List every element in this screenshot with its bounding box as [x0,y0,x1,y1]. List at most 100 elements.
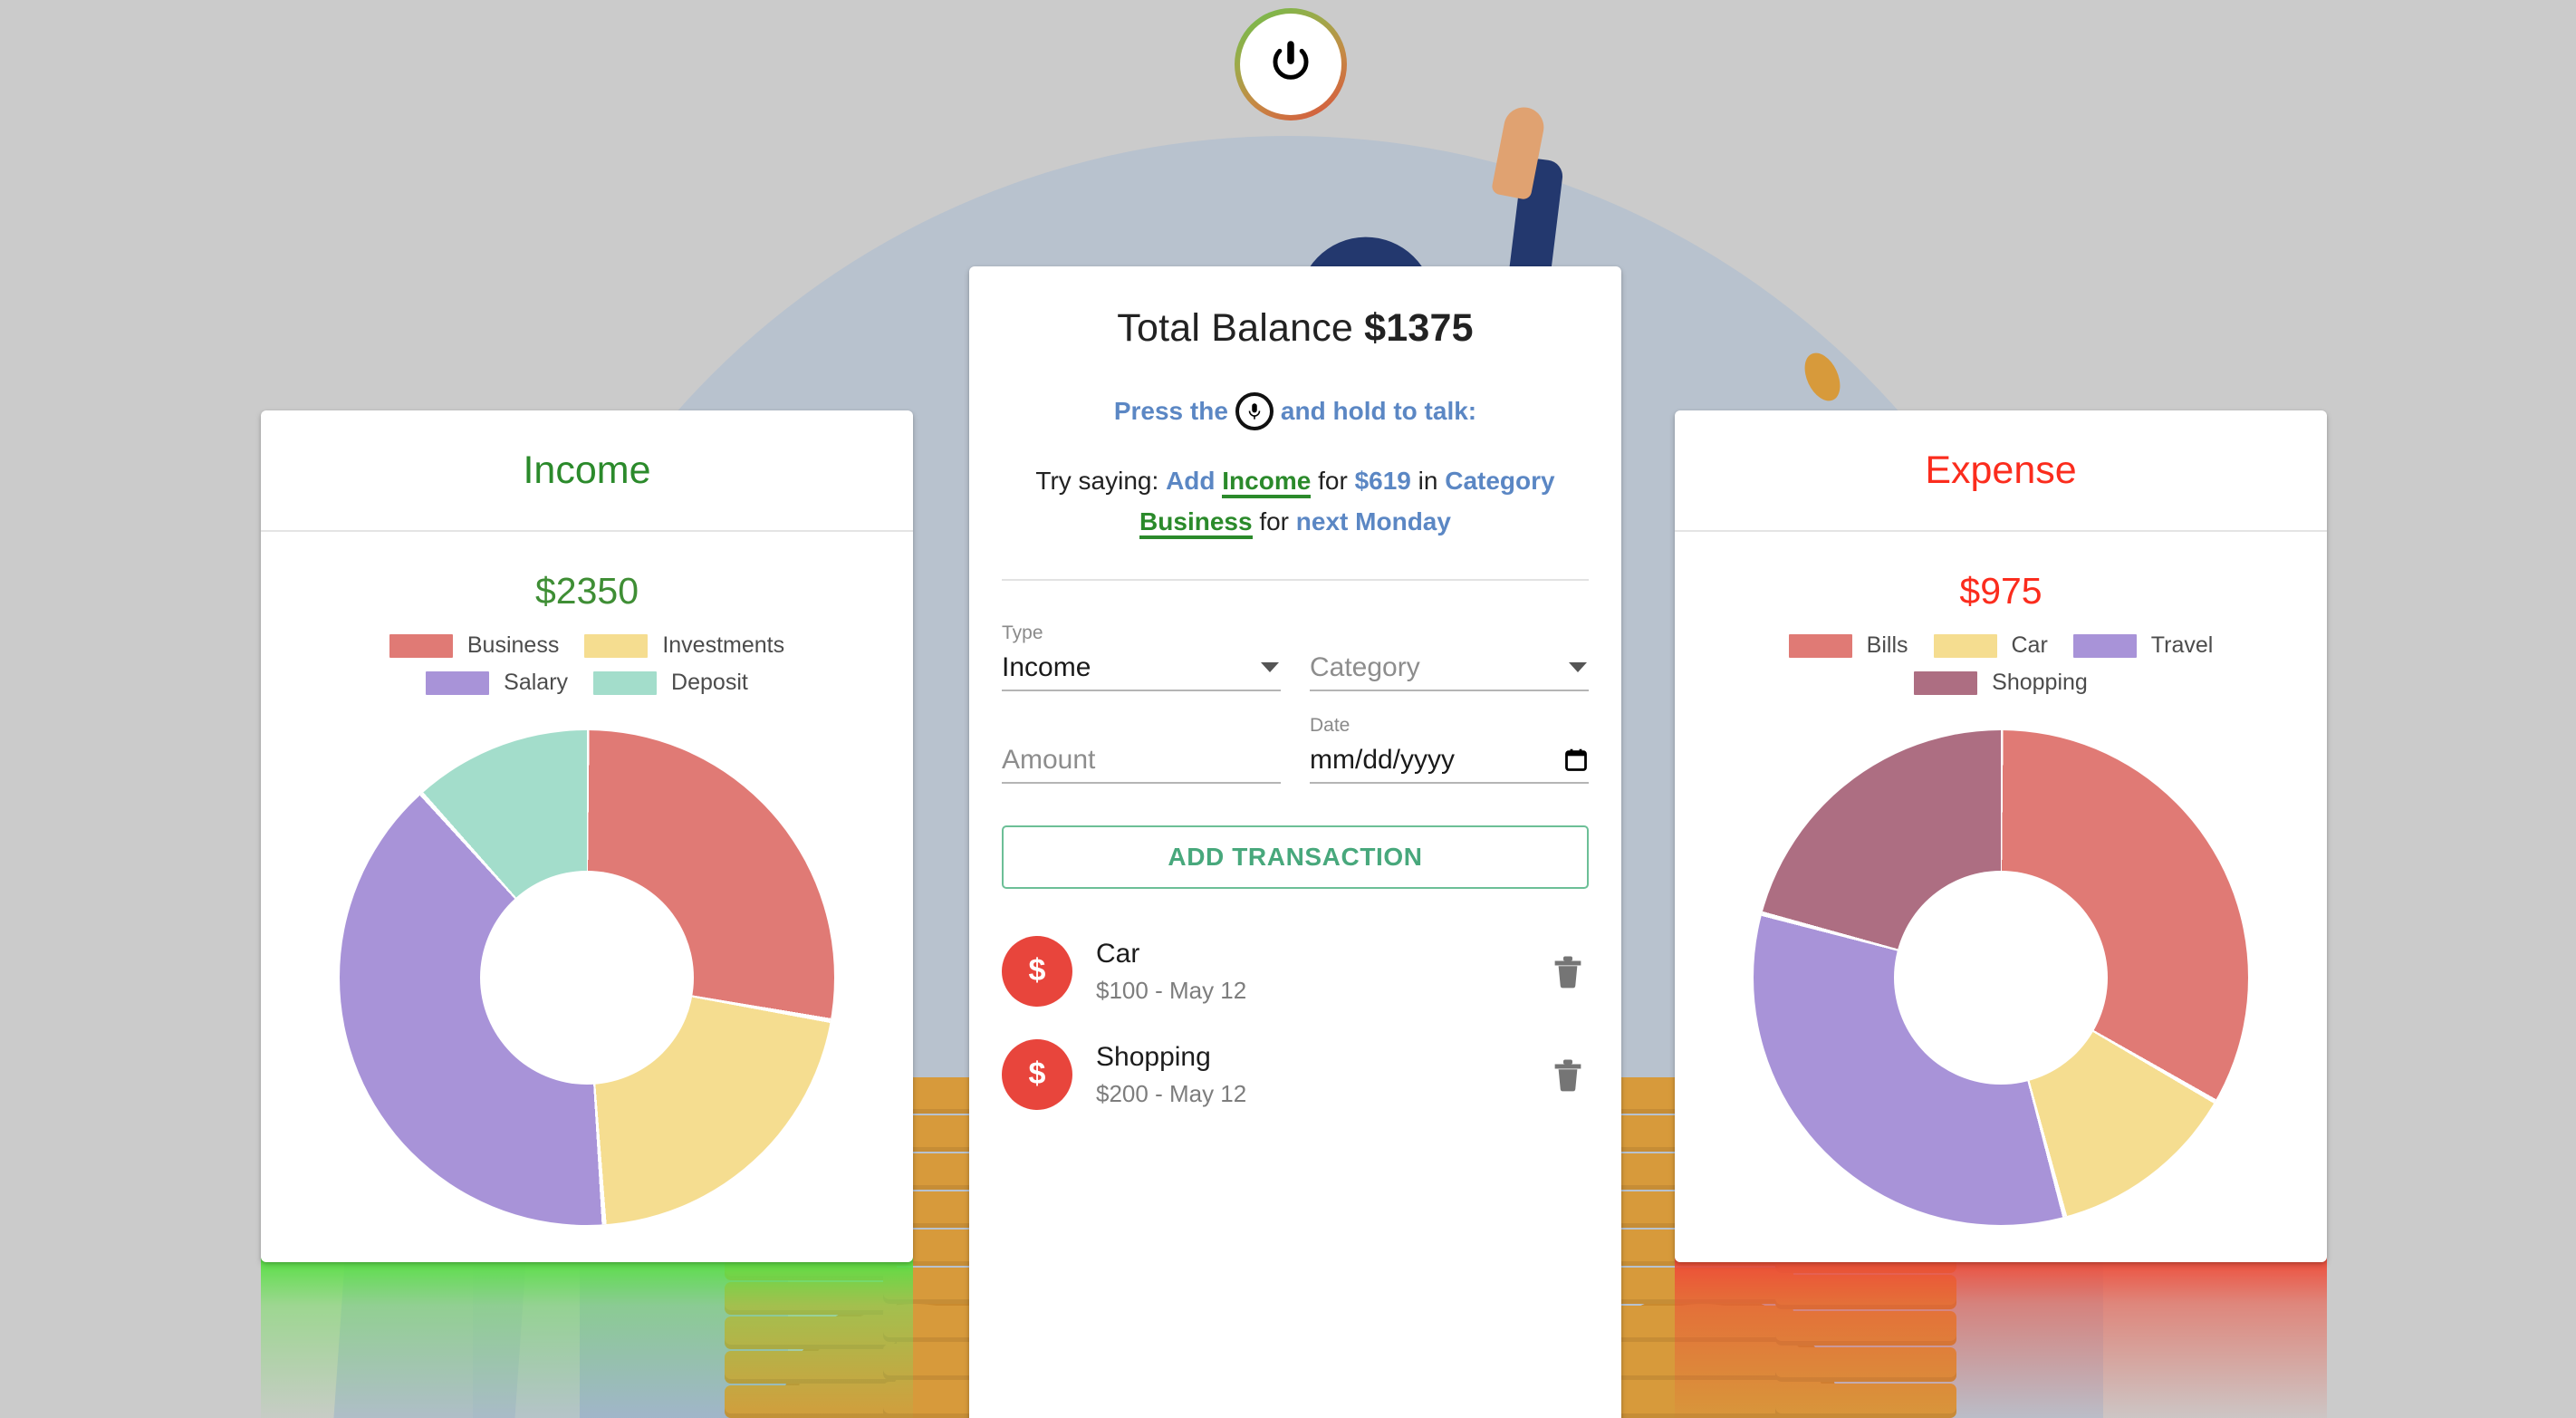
panel-divider [1002,578,1589,581]
power-button[interactable] [1235,8,1347,121]
category-select[interactable]: Category [1310,646,1589,691]
legend-item[interactable]: Investments [584,632,784,659]
income-card-header: Income [261,410,913,532]
chevron-down-icon [1261,662,1279,673]
expense-legend: Bills Car Travel Shopping [1675,632,2327,707]
trash-icon[interactable] [1547,1054,1589,1095]
try-add: Add [1166,467,1216,495]
legend-label: Salary [504,670,569,695]
microphone-icon[interactable] [1235,392,1274,430]
try-amount: $619 [1354,467,1411,495]
type-select-value: Income [1002,651,1091,682]
income-card: Income $2350 Business Investments Salary [261,410,913,1262]
voice-hint: Press the and hold to talk: [1002,392,1589,430]
category-select-placeholder: Category [1310,651,1420,682]
legend-swatch [426,670,490,695]
income-card-body: $2350 Business Investments Salary Deposi… [261,532,913,1225]
type-select[interactable]: Income [1002,646,1281,691]
transaction-title: Car [1096,939,1140,969]
legend-label: Deposit [671,670,748,695]
income-total-amount: $2350 [534,570,639,612]
power-button-face [1240,14,1341,115]
category-field[interactable]: Category [1310,622,1589,691]
type-field[interactable]: Type Income [1002,622,1281,691]
transaction-text: Car $100 - May 12 [1096,937,1523,1005]
donut-slice-separators [1754,730,2248,1225]
legend-item[interactable]: Deposit [593,670,748,696]
transaction-list: $ Car $100 - May 12 $ Shopping $200 - Ma… [1002,920,1589,1126]
income-legend: Business Investments Salary Deposit [261,632,913,707]
transaction-form: Type Income Category Amount Date mm/dd/y… [1002,622,1589,784]
power-icon [1273,41,1309,80]
total-balance: Total Balance $1375 [1002,266,1589,351]
legend-item[interactable]: Travel [2072,632,2214,659]
amount-input[interactable]: Amount [1002,738,1281,784]
add-transaction-button[interactable]: ADD TRANSACTION [1002,825,1589,889]
try-category-word: Category [1445,467,1555,495]
legend-label: Travel [2150,632,2214,658]
trash-icon[interactable] [1547,950,1589,992]
transaction-title: Shopping [1096,1042,1211,1073]
calendar-icon[interactable] [1563,747,1589,774]
voice-hint-prefix: Press the [1113,397,1228,425]
total-balance-label: Total Balance [1117,306,1365,350]
transaction-subtitle: $200 - May 12 [1096,1079,1247,1107]
income-card-title: Income [523,448,651,492]
transaction-avatar: $ [1002,935,1072,1007]
legend-item[interactable]: Shopping [1914,670,2088,696]
transaction-row[interactable]: $ Shopping $200 - May 12 [1002,1023,1589,1126]
voice-hint-suffix: and hold to talk: [1280,397,1477,425]
voice-example: Try saying: Add Income for $619 in Categ… [1002,461,1589,543]
legend-swatch [593,670,658,695]
legend-item[interactable]: Car [1933,632,2048,659]
legend-swatch [389,633,453,658]
try-category: Business [1139,506,1253,539]
legend-label: Bills [1866,632,1908,658]
date-input-placeholder: mm/dd/yyyy [1310,744,1456,775]
expense-card-header: Expense [1675,410,2327,532]
total-balance-value: $1375 [1364,306,1474,350]
legend-swatch [1914,670,1978,695]
transaction-panel: Total Balance $1375 Press the and hold t… [969,266,1621,1418]
expense-chart-area [1675,730,2327,1225]
expense-card: Expense $975 Bills Car Travel Shopping [1675,410,2327,1262]
legend-label: Business [466,632,560,658]
date-field[interactable]: Date mm/dd/yyyy [1310,715,1589,784]
transaction-text: Shopping $200 - May 12 [1096,1040,1523,1108]
legend-item[interactable]: Bills [1788,632,1908,659]
date-input[interactable]: mm/dd/yyyy [1310,738,1589,784]
amount-field[interactable]: Amount [1002,715,1281,784]
income-chart-area [261,730,913,1225]
try-prefix: Try saying: [1035,467,1159,495]
legend-label: Shopping [1992,670,2088,695]
amount-input-placeholder: Amount [1002,744,1096,775]
chevron-down-icon [1569,662,1587,673]
expense-card-title: Expense [1925,448,2077,492]
try-for-1: for [1318,467,1348,495]
app-screen: Income $2350 Business Investments Salary [0,0,2576,1418]
try-in: in [1418,467,1438,495]
try-next: next [1295,506,1349,535]
legend-label: Car [2011,632,2048,658]
try-type: Income [1222,467,1312,498]
try-day: Monday [1355,506,1451,535]
transaction-avatar: $ [1002,1038,1072,1110]
date-field-label: Date [1310,714,1350,736]
legend-swatch [584,633,649,658]
legend-swatch [1933,633,1997,658]
legend-item[interactable]: Business [389,632,559,659]
legend-label: Investments [662,632,785,658]
transaction-subtitle: $100 - May 12 [1096,976,1247,1004]
expense-card-body: $975 Bills Car Travel Shopping [1675,532,2327,1225]
type-field-label: Type [1002,622,1043,643]
expense-donut-chart[interactable] [1754,730,2248,1225]
donut-slice-separators [340,730,834,1225]
legend-swatch [1788,633,1852,658]
try-for-2: for [1259,506,1290,535]
income-donut-chart[interactable] [340,730,834,1225]
legend-item[interactable]: Salary [426,670,568,696]
transaction-row[interactable]: $ Car $100 - May 12 [1002,920,1589,1023]
microphone-glyph [1248,403,1261,420]
legend-swatch [2072,633,2137,658]
expense-total-amount: $975 [1959,570,2043,612]
